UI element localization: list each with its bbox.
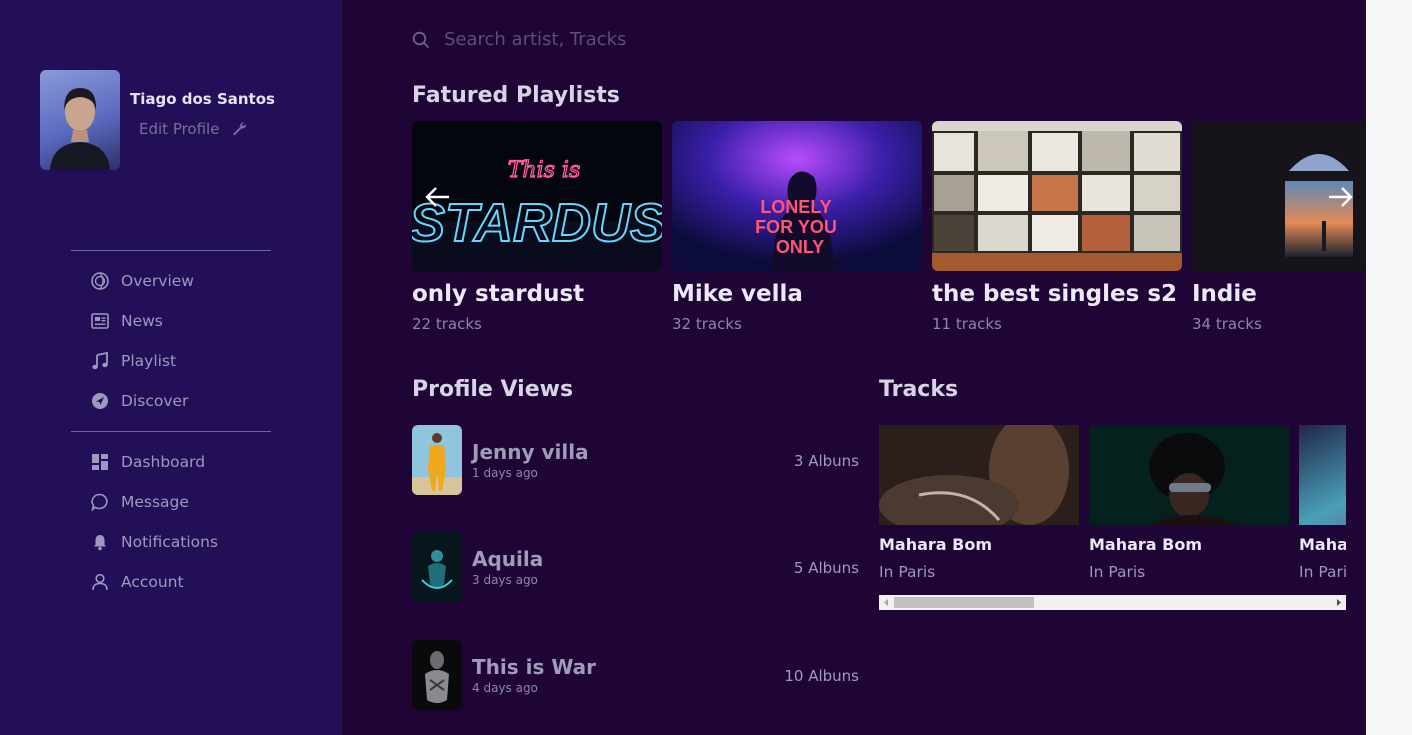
profile-view-thumbnail xyxy=(412,532,462,602)
profile-views-title: Profile Views xyxy=(412,377,574,402)
playlist-card[interactable]: the best singles s2 11 tracks xyxy=(932,121,1182,333)
profile-view-thumbnail xyxy=(412,640,462,710)
nav-item-account[interactable]: Account xyxy=(91,570,184,594)
nav-item-discover[interactable]: Discover xyxy=(91,389,188,413)
edit-profile-label: Edit Profile xyxy=(139,120,220,138)
nav-item-dashboard[interactable]: Dashboard xyxy=(91,450,205,474)
playlist-track-count: 32 tracks xyxy=(672,315,742,333)
message-icon xyxy=(91,493,108,511)
bell-icon xyxy=(94,535,106,551)
scroll-right-icon[interactable] xyxy=(1332,595,1346,610)
profile-view-name: This is War xyxy=(472,655,597,679)
cover-art-text: This is xyxy=(508,158,581,183)
nav-label-discover: Discover xyxy=(121,392,189,410)
cover-art-text: FOR YOU xyxy=(755,217,837,237)
nav-item-message[interactable]: Message xyxy=(91,490,189,514)
nav-divider-bottom xyxy=(71,431,271,432)
track-cover xyxy=(1089,425,1289,525)
track-cover xyxy=(1299,425,1346,525)
profile-view-name: Aquila xyxy=(472,547,544,571)
track-cover xyxy=(879,425,1079,525)
cover-art-text: ONLY xyxy=(776,237,824,257)
nav-label-notifications: Notifications xyxy=(121,533,219,551)
track-title: Mahara Bom xyxy=(1299,535,1346,554)
track-title: Mahara Bom xyxy=(879,535,993,554)
dashboard-icon xyxy=(92,454,108,470)
overview-icon xyxy=(91,272,109,290)
featured-playlists-title: Fatured Playlists xyxy=(412,83,620,108)
profile-view-name: Jenny villa xyxy=(472,440,589,464)
nav-item-notifications[interactable]: Notifications xyxy=(91,530,218,554)
sidebar: Tiago dos Santos Edit Profile Overview N… xyxy=(0,0,342,641)
track-card[interactable]: Mahara Bom In Paris xyxy=(1089,425,1289,581)
track-card[interactable]: Mahara Bom In Paris xyxy=(1299,425,1346,581)
scroll-left-icon[interactable] xyxy=(879,595,893,610)
playlist-name: Mike vella xyxy=(672,281,803,307)
tracks-scrollbar[interactable] xyxy=(879,595,1346,610)
playlist-name: the best singles s2 xyxy=(932,281,1178,307)
nav-label-news: News xyxy=(121,312,163,330)
nav-label-playlist: Playlist xyxy=(121,352,177,370)
arrow-left-icon[interactable] xyxy=(423,182,453,212)
track-subtitle: In Paris xyxy=(1089,563,1146,581)
playlist-cover xyxy=(932,121,1182,271)
profile-view-time: 4 days ago xyxy=(472,681,538,695)
user-icon xyxy=(92,573,108,591)
tracks-title: Tracks xyxy=(879,377,959,402)
nav-label-message: Message xyxy=(121,493,189,511)
search-input[interactable] xyxy=(442,28,806,51)
edit-profile-link[interactable]: Edit Profile xyxy=(139,120,247,138)
profile-view-thumbnail xyxy=(412,425,462,495)
playlist-card[interactable]: Indie 34 tracks xyxy=(1192,121,1366,333)
profile-view-row[interactable]: This is War 4 days ago 10 Albuns xyxy=(412,640,859,710)
playlist-track-count: 22 tracks xyxy=(412,315,482,333)
featured-playlists-carousel: This is STARDUST only stardust 22 tracks… xyxy=(412,121,1366,351)
nav-item-overview[interactable]: Overview xyxy=(91,269,194,293)
playlist-track-count: 11 tracks xyxy=(932,315,1002,333)
arrow-right-icon[interactable] xyxy=(1325,182,1355,212)
wrench-icon xyxy=(233,122,247,136)
main-content-background xyxy=(342,0,1366,735)
profile-view-albums: 10 Albuns xyxy=(784,667,859,685)
profile-view-time: 1 days ago xyxy=(472,466,538,480)
cover-art-text: LONELY xyxy=(760,197,831,217)
nav-item-news[interactable]: News xyxy=(91,309,163,333)
playlist-track-count: 34 tracks xyxy=(1192,315,1262,333)
nav-item-playlist[interactable]: Playlist xyxy=(91,349,176,373)
profile-view-row[interactable]: Jenny villa 1 days ago 3 Albuns xyxy=(412,425,859,495)
compass-icon xyxy=(92,393,108,409)
music-note-icon xyxy=(92,352,108,370)
profile-view-albums: 5 Albuns xyxy=(793,559,859,577)
avatar[interactable] xyxy=(40,70,120,170)
profile-view-row[interactable]: Aquila 3 days ago 5 Albuns xyxy=(412,532,859,602)
track-card[interactable]: Mahara Bom In Paris xyxy=(879,425,1079,581)
search-bar xyxy=(412,28,806,51)
tracks-carousel: Mahara Bom In Paris Mahara Bom In Paris xyxy=(879,425,1346,591)
nav-divider-top xyxy=(71,250,271,251)
scrollbar-thumb[interactable] xyxy=(894,597,1034,608)
playlist-name: only stardust xyxy=(412,281,585,307)
profile-view-time: 3 days ago xyxy=(472,573,538,587)
nav-label-dashboard: Dashboard xyxy=(121,453,206,471)
search-icon xyxy=(412,31,430,48)
track-title: Mahara Bom xyxy=(1089,535,1203,554)
playlist-card[interactable]: This is STARDUST only stardust 22 tracks xyxy=(412,121,662,333)
track-subtitle: In Paris xyxy=(1299,563,1346,581)
profile-view-albums: 3 Albuns xyxy=(793,452,859,470)
nav-label-account: Account xyxy=(121,573,184,591)
news-icon xyxy=(91,313,109,329)
profile-name: Tiago dos Santos xyxy=(130,90,275,108)
playlist-cover: LONELY FOR YOU ONLY xyxy=(672,121,922,271)
playlist-card[interactable]: LONELY FOR YOU ONLY Mike vella 32 tracks xyxy=(672,121,922,333)
track-subtitle: In Paris xyxy=(879,563,936,581)
nav-label-overview: Overview xyxy=(121,272,194,290)
playlist-name: Indie xyxy=(1192,281,1257,307)
